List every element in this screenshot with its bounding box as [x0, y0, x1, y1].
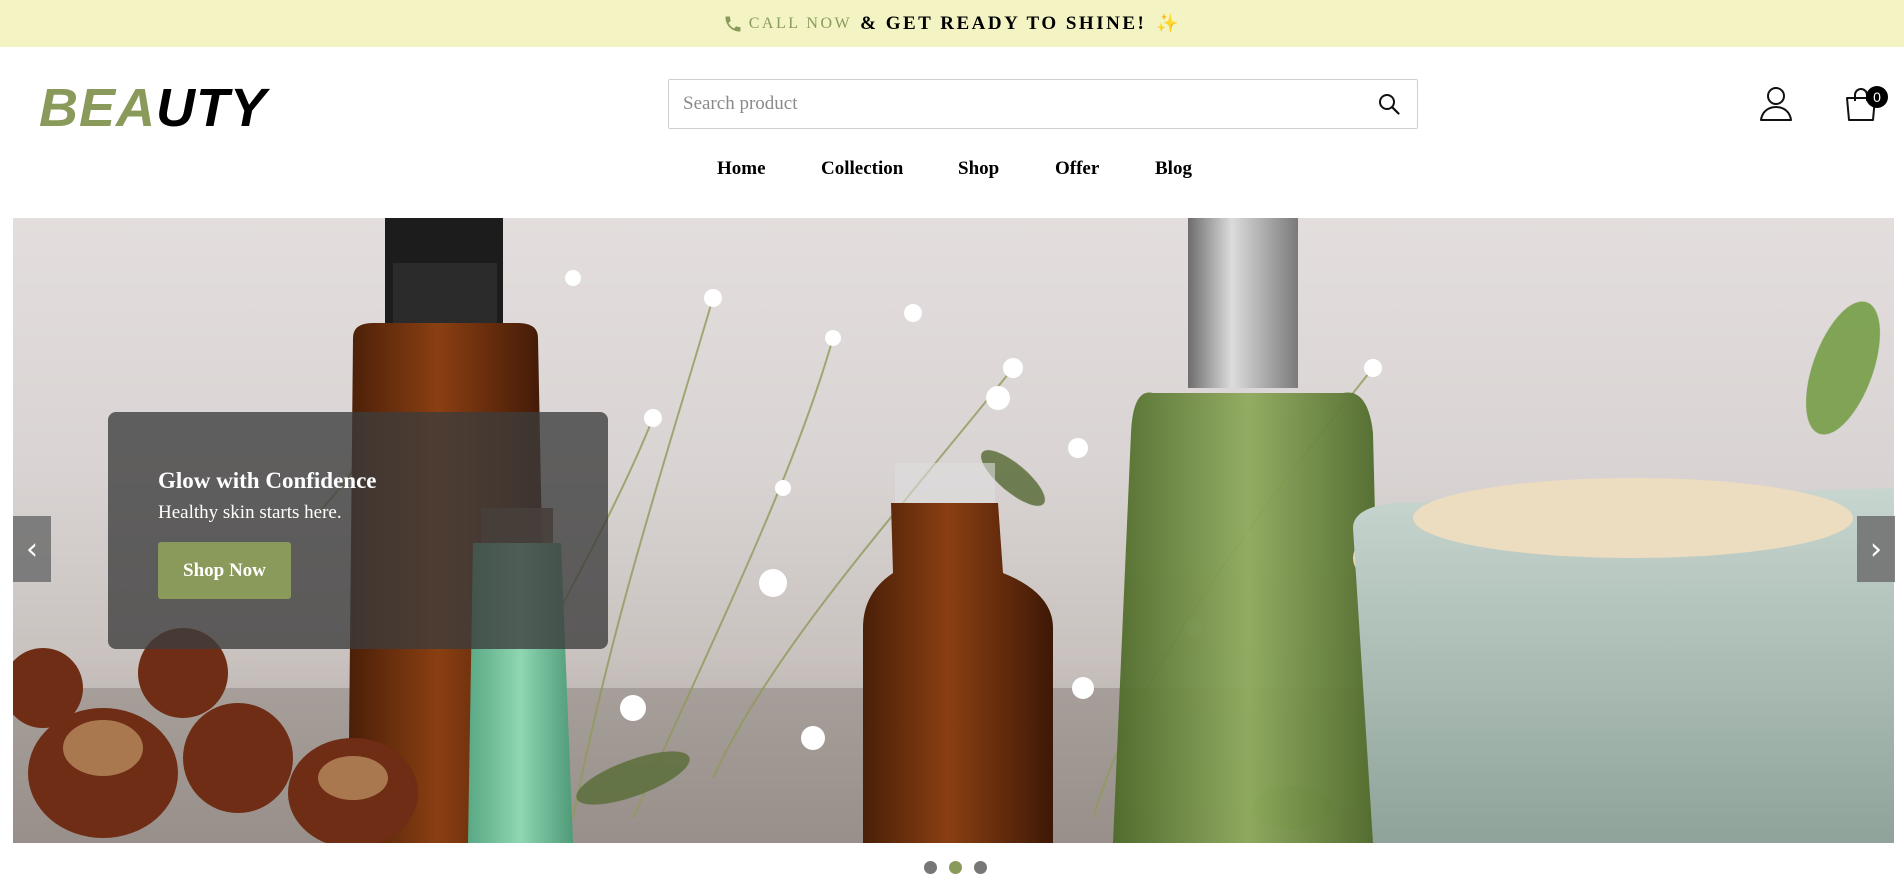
nav-collection[interactable]: Collection: [821, 156, 903, 182]
slider-dots: [0, 861, 1904, 875]
chevron-left-icon: ‹: [26, 531, 38, 567]
chevron-right-icon: ›: [1870, 531, 1882, 567]
nav-blog[interactable]: Blog: [1155, 156, 1192, 182]
search-button[interactable]: [1361, 80, 1417, 128]
account-button[interactable]: [1759, 86, 1793, 122]
slider-dot-2[interactable]: [949, 861, 962, 874]
search-input[interactable]: [669, 80, 1361, 128]
search-bar: [668, 79, 1418, 129]
shop-now-button[interactable]: Shop Now: [158, 542, 291, 599]
slider-prev-button[interactable]: ‹: [13, 516, 51, 582]
hero-subtitle: Healthy skin starts here.: [158, 502, 342, 523]
nav-shop[interactable]: Shop: [958, 156, 999, 182]
nav-offer[interactable]: Offer: [1055, 156, 1099, 182]
sparkle-icon: ✨: [1156, 13, 1182, 33]
user-icon: [1760, 87, 1792, 121]
hero-title: Glow with Confidence: [158, 468, 377, 493]
logo-part-1: BEA: [39, 78, 157, 138]
phone-icon: [723, 14, 743, 34]
announcement-message: & GET READY TO SHINE!: [860, 12, 1147, 34]
site-logo[interactable]: BEAUTY: [39, 78, 267, 138]
announcement-bar: CALL NOW & GET READY TO SHINE! ✨: [0, 0, 1904, 47]
hero-caption: Glow with Confidence Healthy skin starts…: [108, 412, 608, 649]
call-now-link[interactable]: CALL NOW: [749, 15, 852, 33]
hero-banner: Glow with Confidence Healthy skin starts…: [13, 218, 1894, 843]
cart-count-badge: 0: [1866, 86, 1888, 108]
slider-dot-3[interactable]: [974, 861, 987, 874]
slider-dot-1[interactable]: [924, 861, 937, 874]
slider-next-button[interactable]: ›: [1857, 516, 1895, 582]
nav-home[interactable]: Home: [717, 156, 766, 182]
search-icon: [1379, 94, 1400, 115]
logo-part-2: UTY: [156, 78, 268, 138]
main-nav: Home Collection Shop Offer Blog: [0, 156, 1904, 182]
